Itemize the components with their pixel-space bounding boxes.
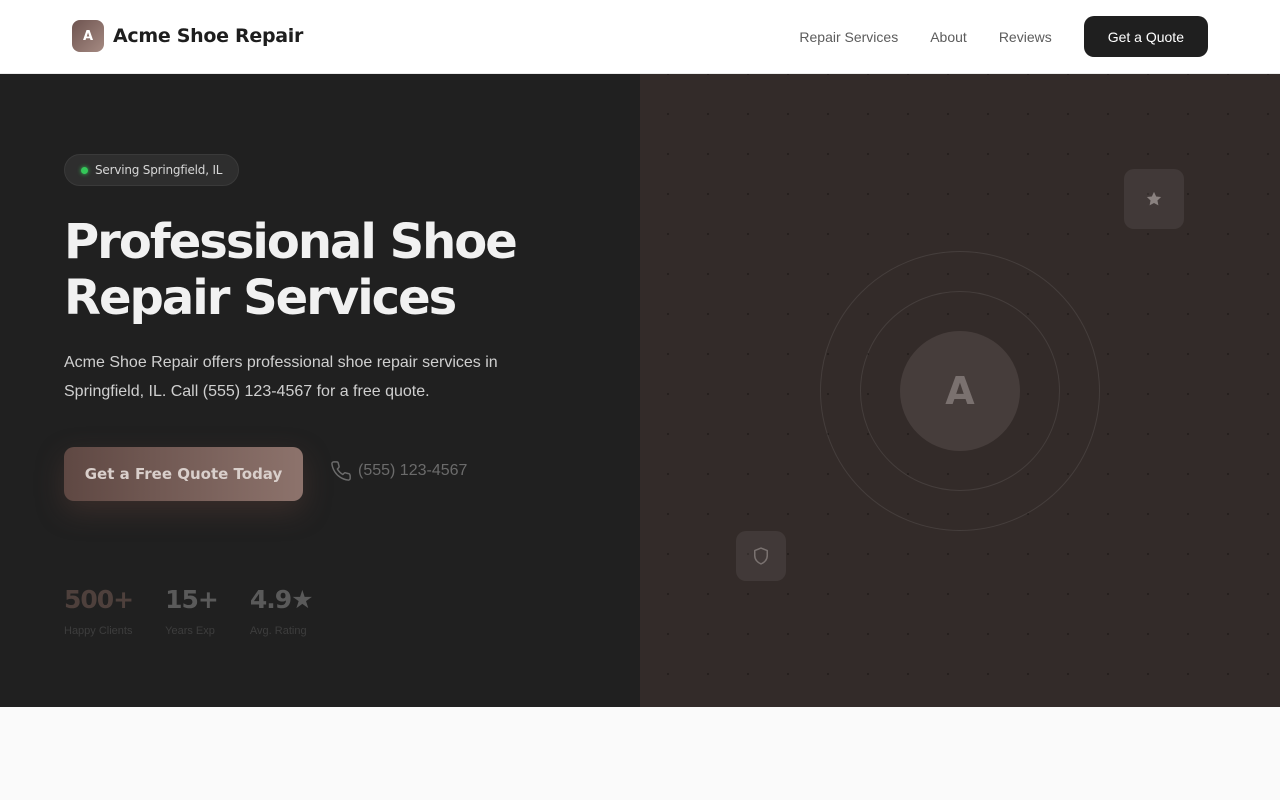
stat-value: 500+ <box>64 585 134 614</box>
stats-row: 500+ Happy Clients 15+ Years Exp 4.9★ Av… <box>64 584 314 637</box>
hero-title-line2: Repair Services <box>64 270 457 326</box>
site-header: A Acme Shoe Repair Repair Services About… <box>0 0 1280 74</box>
stat-label: Avg. Rating <box>249 625 307 637</box>
center-logo-disc: A <box>900 331 1020 451</box>
phone-icon <box>331 461 351 481</box>
brand-name: Acme Shoe Repair <box>113 25 304 47</box>
center-logo-letter: A <box>945 369 975 413</box>
hero-content: Serving Springfield, IL Professional Sho… <box>0 74 640 707</box>
brand-logo[interactable]: A Acme Shoe Repair <box>72 20 303 52</box>
free-quote-button[interactable]: Get a Free Quote Today <box>64 447 303 501</box>
nav-about[interactable]: About <box>930 17 967 57</box>
shield-icon <box>754 547 768 565</box>
location-badge-text: Serving Springfield, IL <box>95 163 223 177</box>
star-icon <box>1146 191 1162 206</box>
get-quote-button[interactable]: Get a Quote <box>1083 16 1208 57</box>
main-nav: Repair Services About Reviews Get a Quot… <box>799 16 1208 57</box>
stat-clients: 500+ Happy Clients <box>64 584 134 637</box>
brand-mark: A <box>72 20 104 52</box>
shield-card <box>736 531 786 581</box>
phone-number: (555) 123-4567 <box>358 462 468 479</box>
nav-reviews[interactable]: Reviews <box>999 17 1052 57</box>
hero-title: Professional Shoe Repair Services <box>64 214 584 326</box>
hero-title-line1: Professional Shoe <box>64 214 518 270</box>
nav-repair-services[interactable]: Repair Services <box>799 17 898 57</box>
phone-link[interactable]: (555) 123-4567 <box>330 460 467 482</box>
below-fold-section <box>0 707 1280 800</box>
location-badge: Serving Springfield, IL <box>64 154 240 186</box>
stat-value: 15+ <box>165 585 219 614</box>
stat-rating: 4.9★ Avg. Rating <box>249 584 314 637</box>
star-card <box>1124 169 1184 229</box>
hero-visual: A <box>640 74 1280 707</box>
stat-label: Happy Clients <box>64 625 133 637</box>
hero-subtitle: Acme Shoe Repair offers professional sho… <box>64 354 498 400</box>
stat-value: 4.9★ <box>249 585 314 614</box>
stat-label: Years Exp <box>165 625 215 637</box>
stat-years: 15+ Years Exp <box>165 584 219 637</box>
status-dot <box>81 166 88 174</box>
